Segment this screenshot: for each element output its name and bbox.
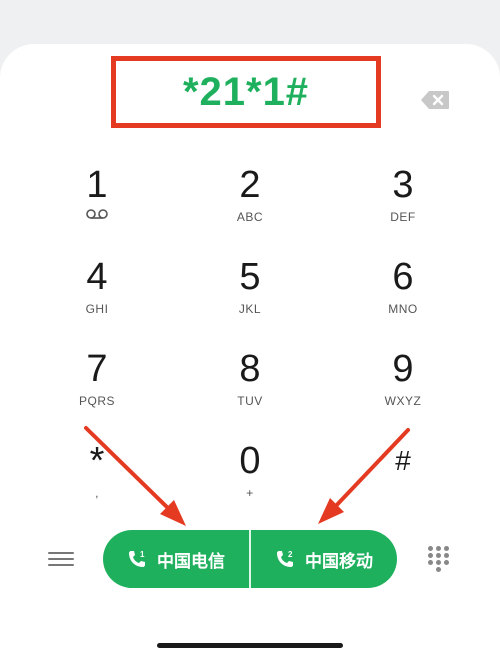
key-digit: 9 xyxy=(392,348,414,390)
menu-icon[interactable] xyxy=(48,548,74,570)
key-7[interactable]: 7 PQRS xyxy=(37,348,157,432)
key-letters: JKL xyxy=(238,302,262,316)
sim-badge: 2 xyxy=(288,550,293,559)
key-3[interactable]: 3 DEF xyxy=(343,164,463,248)
call-sim2-button[interactable]: 2 中国移动 xyxy=(251,530,397,588)
key-digit: * xyxy=(89,440,105,482)
key-digit: 3 xyxy=(392,164,414,206)
key-digit: 6 xyxy=(392,256,414,298)
key-letters: WXYZ xyxy=(384,394,422,408)
sim-badge: 1 xyxy=(140,550,145,559)
phone-icon: 2 xyxy=(277,550,293,567)
key-digit: 1 xyxy=(86,164,108,206)
key-letters: TUV xyxy=(237,394,263,408)
key-letters: DEF xyxy=(390,210,416,224)
dialed-number: *21*1# xyxy=(182,69,310,114)
key-4[interactable]: 4 GHI xyxy=(37,256,157,340)
key-letters: , xyxy=(95,486,99,500)
key-hash[interactable]: # xyxy=(343,440,463,524)
key-digit: 2 xyxy=(239,164,261,206)
key-digit: 7 xyxy=(86,348,108,390)
key-5[interactable]: 5 JKL xyxy=(190,256,310,340)
voicemail-icon xyxy=(86,209,108,219)
key-letters: + xyxy=(246,486,254,500)
key-digit: 0 xyxy=(239,440,261,482)
key-8[interactable]: 8 TUV xyxy=(190,348,310,432)
call-sim1-button[interactable]: 1 中国电信 xyxy=(103,530,249,588)
phone-icon: 1 xyxy=(129,550,145,567)
key-0[interactable]: 0 + xyxy=(190,440,310,524)
home-indicator[interactable] xyxy=(157,643,343,648)
key-star[interactable]: * , xyxy=(37,440,157,524)
dialed-number-highlight: *21*1# xyxy=(111,56,381,128)
key-digit: # xyxy=(395,445,411,476)
key-digit: 8 xyxy=(239,348,261,390)
key-1[interactable]: 1 xyxy=(37,164,157,248)
call-sim2-label: 中国移动 xyxy=(305,551,373,571)
call-sim1-label: 中国电信 xyxy=(157,551,225,571)
key-digit: 5 xyxy=(239,256,261,298)
key-letters: MNO xyxy=(388,302,418,316)
key-6[interactable]: 6 MNO xyxy=(343,256,463,340)
backspace-icon[interactable] xyxy=(420,90,450,110)
key-2[interactable]: 2 ABC xyxy=(190,164,310,248)
key-letters: GHI xyxy=(85,302,109,316)
keypad-icon[interactable] xyxy=(428,546,450,574)
key-letters: PQRS xyxy=(78,394,115,408)
key-digit: 4 xyxy=(86,256,108,298)
key-letters: ABC xyxy=(236,210,264,224)
key-9[interactable]: 9 WXYZ xyxy=(343,348,463,432)
